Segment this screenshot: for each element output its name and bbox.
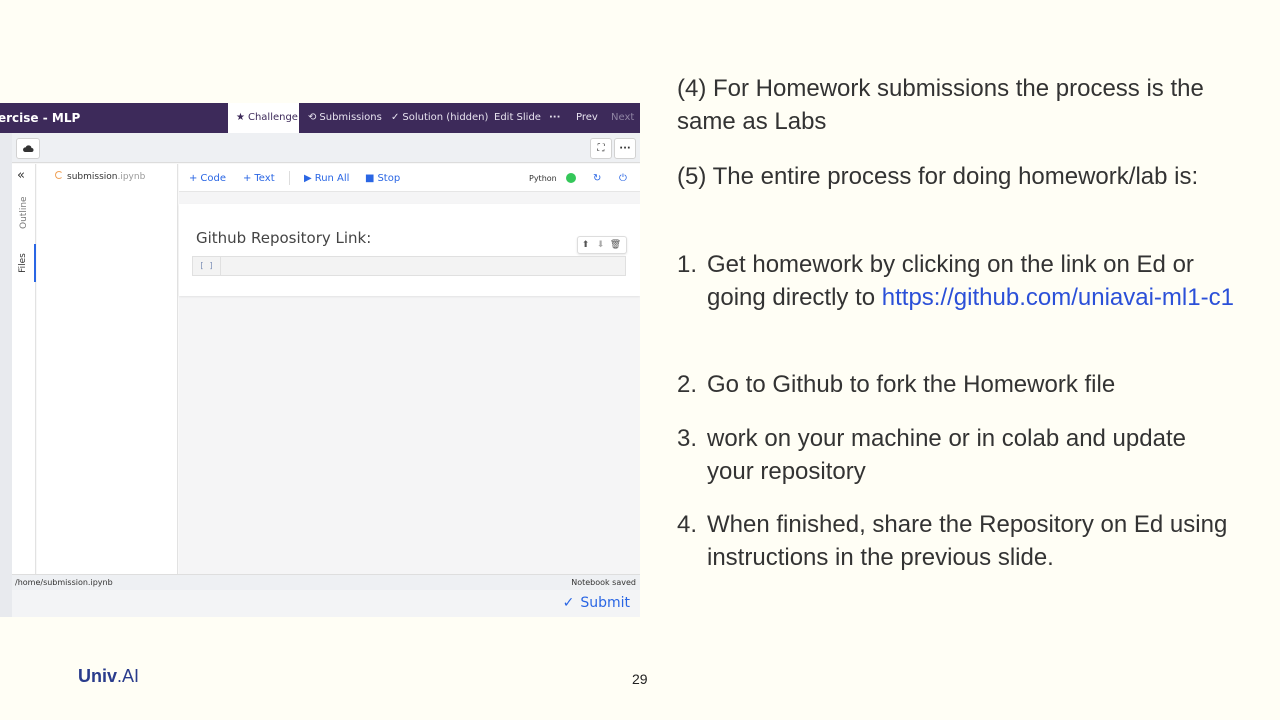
list-number: 4. — [677, 511, 698, 538]
next-button[interactable]: Next — [611, 103, 634, 133]
history-icon: ⟲ — [308, 112, 317, 123]
code-cell-input[interactable]: [ ] — [192, 256, 626, 276]
options-icon[interactable]: ··· — [614, 138, 636, 159]
univ-ai-logo: Univ.AI — [78, 666, 140, 686]
list-item: 1. Get homework by clicking on the link … — [677, 248, 1237, 314]
collapse-icon[interactable]: « — [17, 168, 25, 183]
top-navbar: ercise - MLP ★ Challenge ⟲ Submissions ✓ So… — [0, 103, 640, 133]
list-item: 3. work on your machine or in colab and … — [677, 422, 1237, 488]
notebook-cell[interactable]: Github Repository Link: ⬆ ⬇ 🗑 [ ] — [179, 204, 640, 296]
markdown-cell-text: Github Repository Link: — [196, 229, 372, 247]
file-path: /home/submission.ipynb — [15, 578, 113, 587]
list-item: 4. When finished, share the Repository o… — [677, 508, 1237, 574]
tab-files[interactable]: Files — [12, 244, 36, 282]
fullscreen-icon[interactable]: ⛶ — [590, 138, 612, 159]
cell-prompt: [ ] — [193, 257, 221, 275]
power-icon[interactable]: ⏻ — [619, 173, 627, 184]
list-number: 1. — [677, 251, 698, 278]
list-item-text: Go to Github to fork the Homework file — [707, 371, 1116, 398]
challenge-title: ercise - MLP — [0, 111, 81, 125]
list-number: 3. — [677, 425, 698, 452]
save-status: Notebook saved — [571, 578, 636, 587]
run-all-button[interactable]: ▶ Run All — [304, 173, 349, 184]
ed-screenshot: ercise - MLP ★ Challenge ⟲ Submissions ✓ So… — [0, 103, 640, 617]
tab-solution[interactable]: ✓ Solution (hidden) — [391, 103, 488, 133]
file-panel: submission.ipynb — [37, 164, 178, 574]
kernel-status-dot — [566, 173, 576, 183]
file-item[interactable]: submission.ipynb — [55, 171, 145, 182]
move-down-icon[interactable]: ⬇ — [593, 237, 608, 253]
list-item: 2. Go to Github to fork the Homework fil… — [677, 368, 1237, 401]
prev-button[interactable]: Prev — [576, 103, 598, 133]
cell-tools: ⬆ ⬇ 🗑 — [577, 236, 627, 254]
notebook-area: Github Repository Link: ⬆ ⬇ 🗑 [ ] — [179, 192, 640, 574]
stop-button[interactable]: ■ Stop — [365, 173, 400, 184]
status-bar: /home/submission.ipynb Notebook saved — [12, 574, 640, 590]
list-number: 2. — [677, 371, 698, 398]
check-icon: ✓ — [391, 112, 400, 123]
spinner-icon — [55, 171, 63, 179]
cloud-icon[interactable] — [16, 138, 40, 159]
tab-submissions[interactable]: ⟲ Submissions — [308, 103, 382, 133]
list-item-text: When finished, share the Repository on E… — [707, 511, 1228, 571]
move-up-icon[interactable]: ⬆ — [578, 237, 593, 253]
submit-button[interactable]: ✓ Submit — [563, 595, 630, 611]
kernel-name: Python — [529, 174, 557, 183]
tab-outline[interactable]: Outline — [12, 192, 36, 244]
toolbar-divider — [289, 171, 290, 185]
stop-icon: ■ — [365, 173, 375, 184]
github-link[interactable]: https://github.com/uniavai-ml1-c1 — [882, 284, 1234, 311]
restart-icon[interactable]: ↻ — [593, 173, 601, 184]
paragraph-4: (4) For Homework submissions the process… — [677, 75, 1204, 135]
side-rail: « Outline Files — [12, 164, 36, 574]
list-item-text: work on your machine or in colab and upd… — [707, 425, 1186, 485]
submit-bar: ✓ Submit — [12, 590, 640, 617]
add-text-button[interactable]: + Text — [243, 173, 275, 184]
delete-icon[interactable]: 🗑 — [608, 237, 623, 253]
secondary-toolbar: ⛶ ··· — [0, 133, 640, 163]
paragraph-5: (5) The entire process for doing homewor… — [677, 163, 1199, 190]
left-edge-strip — [0, 133, 12, 617]
page-number: 29 — [632, 671, 648, 687]
notebook-toolbar: + Code + Text ▶ Run All ■ Stop Python ↻ ⏻ — [179, 164, 640, 192]
star-icon: ★ — [236, 112, 245, 123]
check-icon: ✓ — [562, 595, 575, 611]
tab-edit-slide[interactable]: Edit Slide — [494, 103, 541, 133]
more-icon[interactable]: ··· — [549, 103, 560, 133]
add-code-button[interactable]: + Code — [189, 173, 226, 184]
play-icon: ▶ — [304, 173, 312, 184]
tab-challenge[interactable]: ★ Challenge — [228, 103, 299, 133]
